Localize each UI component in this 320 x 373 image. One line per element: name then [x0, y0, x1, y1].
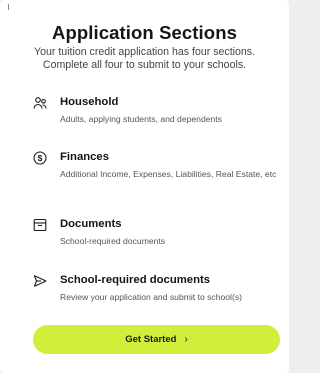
- chevron-right-icon: ›: [184, 334, 188, 345]
- dollar-circle-icon: $: [33, 151, 47, 165]
- get-started-label: Get Started: [125, 334, 177, 345]
- section-description: School-required documents: [60, 236, 166, 246]
- section-description: Adults, applying students, and dependent…: [60, 114, 222, 124]
- send-icon: [33, 274, 47, 288]
- section-description: Review your application and submit to sc…: [60, 292, 242, 302]
- archive-box-icon: [33, 218, 47, 232]
- section-description: Additional Income, Expenses, Liabilities…: [60, 169, 277, 179]
- page-title: Application Sections: [52, 22, 237, 43]
- section-title: School-required documents: [60, 274, 211, 286]
- get-started-button[interactable]: Get Started ›: [33, 325, 280, 354]
- svg-text:$: $: [38, 153, 43, 163]
- application-sections-card: Application Sections Your tuition credit…: [0, 0, 289, 373]
- corner-mark: [8, 4, 9, 10]
- section-title: Documents: [60, 218, 122, 230]
- page-subtitle: Your tuition credit application has four…: [33, 46, 256, 71]
- section-title: Household: [60, 96, 119, 108]
- section-title: Finances: [60, 151, 109, 163]
- people-icon: [33, 96, 47, 110]
